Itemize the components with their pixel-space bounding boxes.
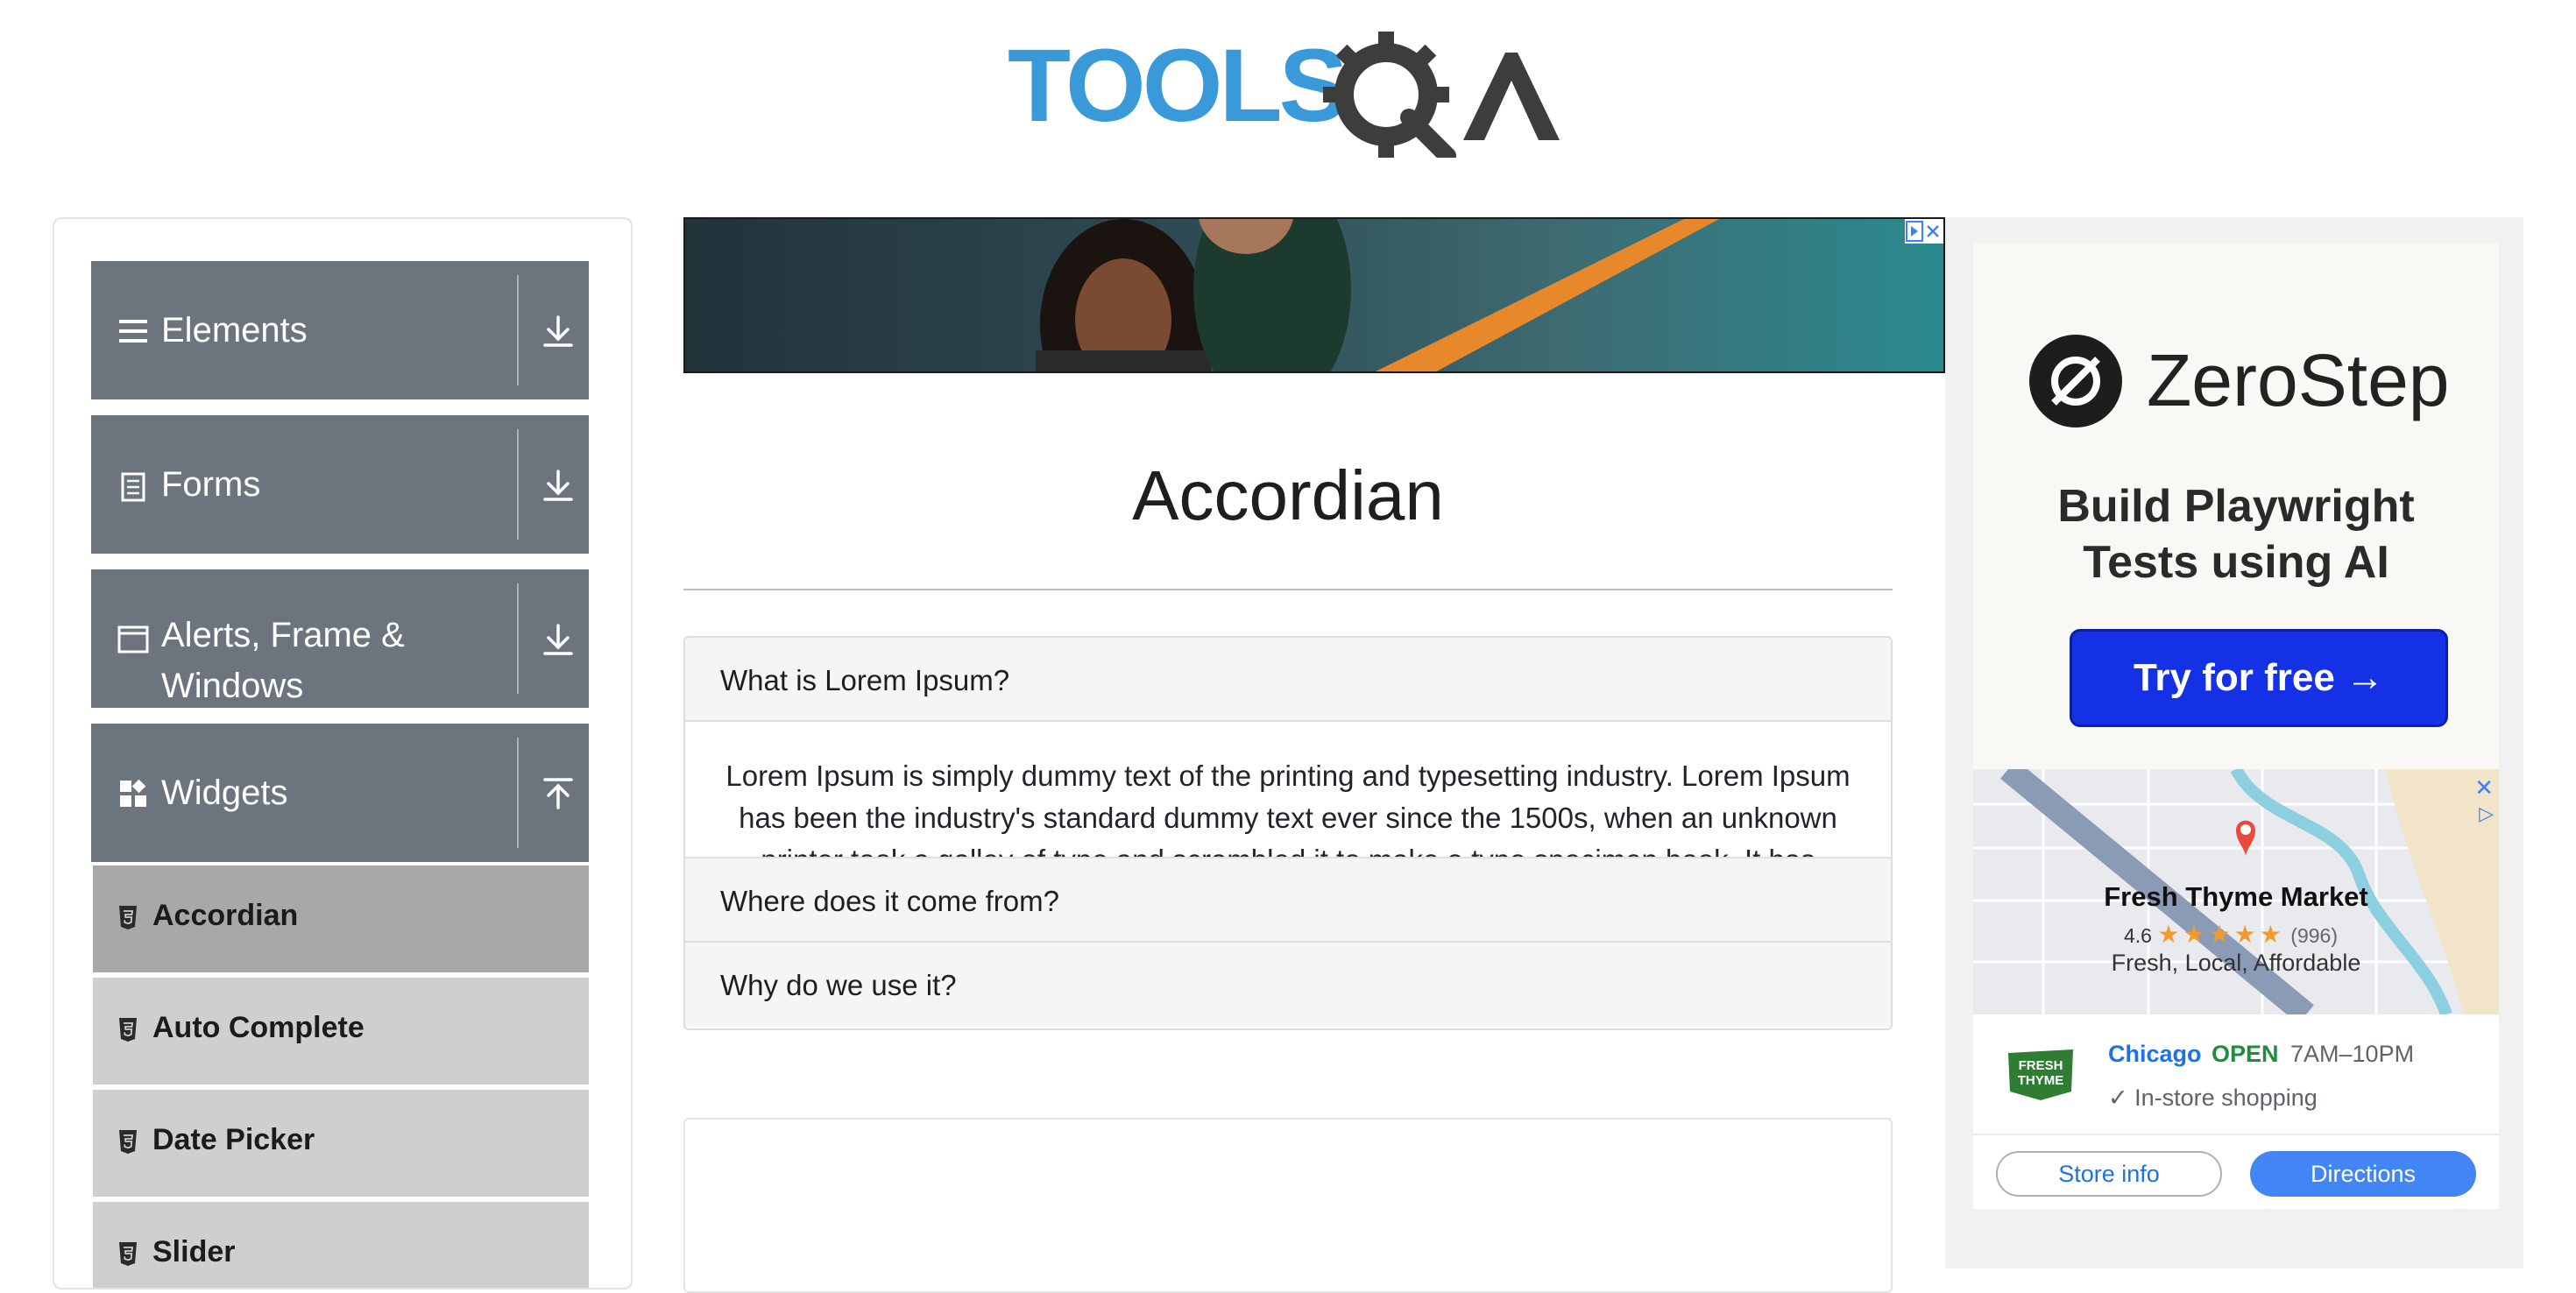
sidebar-ad[interactable]: ZeroStep Build Playwright Tests using AI… bbox=[1945, 217, 2523, 1268]
sidebar-group-label: Alerts, Frame & bbox=[161, 616, 405, 654]
zerostep-logo-icon bbox=[2029, 335, 2122, 427]
ad-tagline: Build Playwright Tests using AI bbox=[1973, 478, 2499, 590]
hamburger-icon bbox=[119, 320, 147, 343]
sidebar-item-label: Slider bbox=[152, 1235, 236, 1268]
svg-text:FRESH: FRESH bbox=[2019, 1058, 2063, 1073]
rating-value: 4.6 bbox=[2124, 924, 2152, 947]
accordion-header-label: Where does it come from? bbox=[720, 885, 1059, 917]
fresh-thyme-logo: FRESH THYME bbox=[2008, 1049, 2073, 1100]
sidebar-item-date-picker[interactable]: Date Picker bbox=[93, 1090, 589, 1197]
store-status: OPEN bbox=[2212, 1041, 2279, 1067]
sidebar-group-alerts-frame-windows[interactable]: Alerts, Frame & Windows bbox=[91, 569, 589, 708]
sidebar-item-accordian[interactable]: Accordian bbox=[93, 866, 589, 972]
store-city[interactable]: Chicago bbox=[2108, 1041, 2202, 1068]
sidebar-group-forms[interactable]: Forms bbox=[91, 415, 589, 554]
store-name: Fresh Thyme Market bbox=[2104, 881, 2368, 912]
close-icon[interactable]: ✕ bbox=[2474, 774, 2494, 802]
divider bbox=[517, 583, 519, 694]
sidebar-group-label: Forms bbox=[161, 465, 261, 504]
window-icon bbox=[117, 625, 149, 654]
star-rating-icon: ★★★★★ bbox=[2157, 921, 2285, 948]
divider bbox=[517, 275, 519, 385]
toolsqa-logo[interactable]: TOOLS bbox=[1008, 26, 1577, 158]
svg-text:THYME: THYME bbox=[2018, 1073, 2064, 1088]
widgets-icon bbox=[120, 779, 146, 807]
store-info-row: FRESH THYME Chicago OPEN 7AM–10PM ✓ In-s… bbox=[1973, 1014, 2499, 1134]
accordion-header-why-do-we-use-it[interactable]: Why do we use it? bbox=[685, 943, 1891, 1027]
accordion-header-label: Why do we use it? bbox=[720, 969, 957, 1001]
sidebar-item-label: Date Picker bbox=[152, 1123, 315, 1156]
download-arrow-icon[interactable] bbox=[536, 464, 580, 508]
ad-tagline-line: Tests using AI bbox=[2083, 537, 2389, 588]
store-tagline: Fresh, Local, Affordable bbox=[2111, 950, 2361, 976]
banner-ad-image bbox=[1036, 219, 1719, 371]
accordion-body: Lorem Ipsum is simply dummy text of the … bbox=[685, 722, 1891, 858]
sidebar-group-elements[interactable]: Elements bbox=[91, 261, 589, 399]
sidebar-item-label: Auto Complete bbox=[152, 1011, 364, 1044]
adchoices-icon[interactable]: ▷ bbox=[2479, 802, 2494, 825]
page-title: Accordian bbox=[1132, 456, 1444, 534]
sidebar-group-label: Elements bbox=[161, 311, 308, 350]
html5-icon bbox=[119, 906, 137, 929]
html5-icon bbox=[119, 1018, 137, 1042]
try-for-free-button[interactable]: Try for free → bbox=[2070, 629, 2448, 727]
map-ad[interactable]: Fresh Thyme Market 4.6 ★★★★★ (996) Fresh… bbox=[1973, 769, 2499, 1014]
sidebar-item-auto-complete[interactable]: Auto Complete bbox=[93, 978, 589, 1085]
accordion-body-text: Lorem Ipsum is simply dummy text of the … bbox=[725, 760, 1851, 857]
divider bbox=[517, 738, 519, 848]
svg-text:TOOLS: TOOLS bbox=[1008, 28, 1345, 144]
directions-button[interactable]: Directions bbox=[2250, 1151, 2476, 1197]
sidebar-item-slider[interactable]: Slider bbox=[93, 1202, 589, 1288]
accordion-header-what-is-lorem-ipsum[interactable]: What is Lorem Ipsum? bbox=[685, 638, 1891, 722]
store-info-button[interactable]: Store info bbox=[1996, 1151, 2222, 1197]
store-hours: 7AM–10PM bbox=[2290, 1041, 2415, 1067]
divider bbox=[683, 589, 1893, 590]
left-panel: Elements Forms Alerts, Frame & Windows W… bbox=[53, 217, 633, 1289]
ad-placeholder bbox=[683, 1118, 1893, 1293]
sidebar-group-widgets[interactable]: Widgets bbox=[91, 724, 589, 862]
adchoices-icon[interactable] bbox=[1905, 219, 1943, 244]
document-icon bbox=[121, 472, 145, 502]
ad-brand-name: ZeroStep bbox=[2147, 339, 2450, 421]
sidebar-item-label: Accordian bbox=[152, 899, 299, 932]
store-rating: 4.6 ★★★★★ (996) bbox=[2124, 920, 2338, 949]
html5-icon bbox=[119, 1130, 137, 1154]
accordion-header-label: What is Lorem Ipsum? bbox=[720, 664, 1010, 696]
banner-ad[interactable] bbox=[683, 217, 1945, 373]
store-feature: ✓ In-store shopping bbox=[2108, 1085, 2318, 1111]
review-count: (996) bbox=[2290, 924, 2338, 947]
sidebar-group-label: Widgets bbox=[161, 774, 288, 812]
download-arrow-icon[interactable] bbox=[536, 618, 580, 662]
ad-tagline-line: Build Playwright bbox=[2057, 481, 2415, 532]
accordion: What is Lorem Ipsum? Lorem Ipsum is simp… bbox=[683, 636, 1893, 1030]
upload-arrow-icon[interactable] bbox=[536, 773, 580, 816]
zerostep-ad[interactable]: ZeroStep Build Playwright Tests using AI… bbox=[1973, 244, 2499, 769]
download-arrow-icon[interactable] bbox=[536, 310, 580, 354]
sidebar-group-label: Windows bbox=[161, 667, 304, 705]
accordion-header-where-does-it-come-from[interactable]: Where does it come from? bbox=[685, 858, 1891, 943]
html5-icon bbox=[119, 1242, 137, 1266]
store-actions: Store info Directions bbox=[1973, 1134, 2499, 1209]
divider bbox=[517, 429, 519, 540]
